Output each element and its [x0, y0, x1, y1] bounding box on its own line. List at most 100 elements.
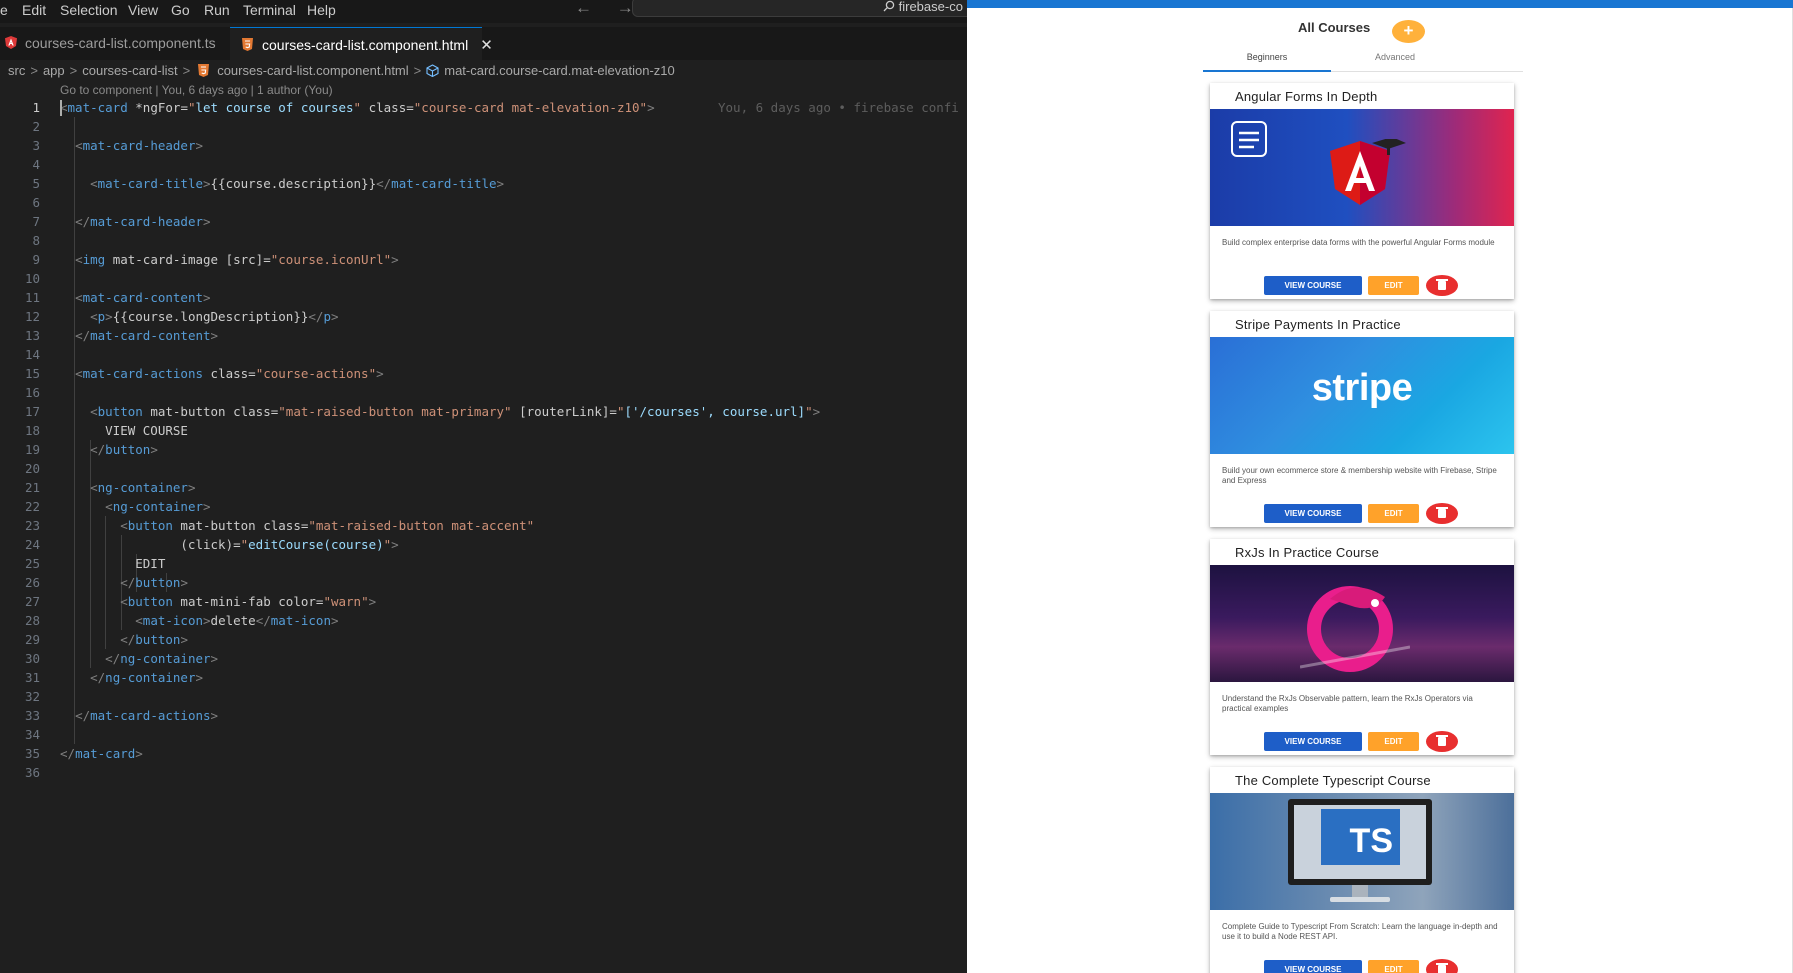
view-course-button[interactable]: VIEW COURSE [1264, 276, 1362, 295]
line-number-gutter: 1 2 3 4 5 6 7 8 9 10 11 12 13 14 15 16 17 18 19 20 21 22 23 24 2… [0, 98, 40, 782]
line-number: 10 [24, 271, 40, 286]
line-number: 36 [24, 765, 40, 780]
code-line[interactable]: <button mat-button class="mat-raised-but… [60, 402, 967, 421]
breadcrumb-separator: > [69, 63, 78, 78]
code-line[interactable]: <p>{{course.longDescription}}</p> [60, 307, 967, 326]
command-center-search[interactable]: firebase-co [632, 0, 967, 17]
code-line[interactable]: </button> [60, 440, 967, 459]
code-line[interactable]: <mat-card-actions class="course-actions"… [60, 364, 967, 383]
menu-go[interactable]: Go [171, 2, 190, 18]
code-line[interactable]: </ng-container> [60, 668, 967, 687]
line-number: 27 [24, 594, 40, 609]
card-description: Build your own ecommerce store & members… [1222, 466, 1497, 485]
tab-beginners[interactable]: Beginners [1203, 52, 1331, 62]
delete-button[interactable] [1426, 731, 1458, 752]
code-line[interactable] [60, 687, 967, 706]
tab-advanced[interactable]: Advanced [1331, 52, 1459, 62]
code-line[interactable] [60, 763, 967, 782]
line-number: 20 [24, 461, 40, 476]
course-card: The Complete Typescript Course TS Comple… [1210, 767, 1514, 973]
breadcrumb-item[interactable]: app [43, 63, 65, 78]
breadcrumb-item[interactable]: src [8, 63, 25, 78]
line-number: 12 [24, 309, 40, 324]
tab-component-ts[interactable]: courses-card-list.component.ts [0, 27, 230, 60]
line-number: 16 [24, 385, 40, 400]
menu-file-partial[interactable]: e [0, 2, 8, 18]
breadcrumb-separator: > [30, 63, 38, 78]
card-title: Stripe Payments In Practice [1235, 317, 1401, 332]
code-line[interactable]: <mat-card-header> [60, 136, 967, 155]
view-course-button[interactable]: VIEW COURSE [1264, 960, 1362, 973]
code-text: (click)="editCourse(course)"> [60, 537, 399, 552]
code-line[interactable]: <ng-container> [60, 497, 967, 516]
code-text: </mat-card-actions> [75, 708, 219, 723]
edit-button[interactable]: EDIT [1368, 504, 1419, 523]
code-line[interactable]: <button mat-button class="mat-raised-but… [60, 516, 967, 535]
edit-button[interactable]: EDIT [1368, 732, 1419, 751]
tab-component-html[interactable]: courses-card-list.component.html ✕ [230, 27, 493, 60]
code-line[interactable] [60, 155, 967, 174]
line-number: 21 [24, 480, 40, 495]
code-line[interactable]: </ng-container> [60, 649, 967, 668]
code-line[interactable]: (click)="editCourse(course)"> [60, 535, 967, 554]
code-line[interactable]: <ng-container> [60, 478, 967, 497]
edit-button[interactable]: EDIT [1368, 276, 1419, 295]
code-line[interactable]: </button> [60, 630, 967, 649]
search-icon [883, 0, 895, 12]
code-line[interactable]: <mat-icon>delete</mat-icon> [60, 611, 967, 630]
delete-button[interactable] [1426, 275, 1458, 296]
course-tabs: Beginners Advanced [1203, 46, 1523, 72]
close-icon[interactable]: ✕ [480, 37, 493, 54]
menu-selection[interactable]: Selection [60, 2, 118, 18]
code-line[interactable]: </mat-card-content> [60, 326, 967, 345]
code-line[interactable]: <mat-card-title>{{course.description}}</… [60, 174, 967, 193]
code-text: </button> [120, 575, 188, 590]
code-line[interactable]: </mat-card-actions> [60, 706, 967, 725]
code-line[interactable] [60, 345, 967, 364]
code-line[interactable]: <img mat-card-image [src]="course.iconUr… [60, 250, 967, 269]
code-line[interactable] [60, 383, 967, 402]
line-number: 33 [24, 708, 40, 723]
code-line[interactable] [60, 269, 967, 288]
line-number: 1 [32, 100, 40, 115]
code-line[interactable] [60, 725, 967, 744]
code-line[interactable] [60, 231, 967, 250]
view-course-button[interactable]: VIEW COURSE [1264, 504, 1362, 523]
typescript-logo-icon: TS [1321, 809, 1400, 865]
code-line[interactable]: <mat-card *ngFor="let course of courses"… [60, 98, 967, 117]
code-line[interactable] [60, 459, 967, 478]
code-line[interactable]: </button> [60, 573, 967, 592]
course-card: Stripe Payments In Practice stripe Build… [1210, 311, 1514, 527]
code-line[interactable]: EDIT [60, 554, 967, 573]
text-cursor [60, 100, 62, 116]
line-number: 15 [24, 366, 40, 381]
menu-edit[interactable]: Edit [22, 2, 46, 18]
menu-view[interactable]: View [128, 2, 158, 18]
delete-button[interactable] [1426, 503, 1458, 524]
code-line[interactable]: <button mat-mini-fab color="warn"> [60, 592, 967, 611]
code-text: <ng-container> [105, 499, 211, 514]
menu-help[interactable]: Help [307, 2, 336, 18]
code-line[interactable] [60, 193, 967, 212]
breadcrumb-item[interactable]: courses-card-list.component.html [217, 63, 408, 78]
delete-button[interactable] [1426, 959, 1458, 973]
add-course-button[interactable]: + [1392, 20, 1425, 43]
stripe-logo-icon: stripe [1311, 367, 1413, 409]
code-line[interactable] [60, 117, 967, 136]
code-line[interactable]: </mat-card> [60, 744, 967, 763]
code-line[interactable]: VIEW COURSE [60, 421, 967, 440]
menu-bar: e Edit Selection View Go Run Terminal He… [0, 0, 967, 23]
breadcrumb-item[interactable]: courses-card-list [82, 63, 177, 78]
card-title: Angular Forms In Depth [1235, 89, 1378, 104]
breadcrumb-item[interactable]: mat-card.course-card.mat-elevation-z10 [444, 63, 674, 78]
code-text: <mat-card-title>{{course.description}}</… [90, 176, 505, 191]
code-line[interactable]: </mat-card-header> [60, 212, 967, 231]
code-line[interactable]: <mat-card-content> [60, 288, 967, 307]
menu-terminal[interactable]: Terminal [243, 2, 296, 18]
code-text: <button mat-button class="mat-raised-but… [90, 404, 821, 419]
view-course-button[interactable]: VIEW COURSE [1264, 732, 1362, 751]
code-area[interactable]: <mat-card *ngFor="let course of courses"… [60, 98, 967, 782]
edit-button[interactable]: EDIT [1368, 960, 1419, 973]
codelens[interactable]: Go to component | You, 6 days ago | 1 au… [60, 83, 333, 97]
menu-run[interactable]: Run [204, 2, 230, 18]
